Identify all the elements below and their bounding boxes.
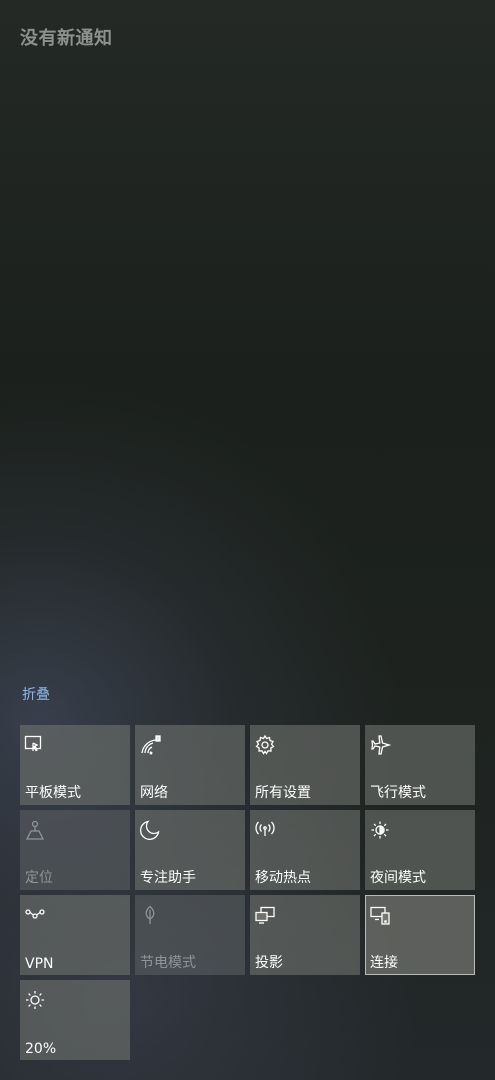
tile-focus-assist[interactable]: 专注助手 xyxy=(135,810,245,890)
tile-label-focus-assist: 专注助手 xyxy=(140,870,196,886)
tile-label-location: 定位 xyxy=(25,870,53,886)
connect-icon xyxy=(369,904,391,926)
tile-label-tablet-mode: 平板模式 xyxy=(25,785,81,801)
tile-label-battery-saver: 节电模式 xyxy=(140,955,196,971)
tile-airplane-mode[interactable]: 飞行模式 xyxy=(365,725,475,805)
tile-connect[interactable]: 连接 xyxy=(365,895,475,975)
tablet-mode-icon xyxy=(24,734,46,756)
tile-label-vpn: VPN xyxy=(25,956,54,972)
night-light-icon xyxy=(369,819,391,841)
quick-actions-grid: 平板模式 网络 所有设置 飞行模式 定位 专注助手 移动热点 夜间模式 VPN … xyxy=(20,725,475,1060)
vpn-icon xyxy=(24,904,46,926)
tile-brightness[interactable]: 20% xyxy=(20,980,130,1060)
moon-icon xyxy=(139,819,161,841)
tile-label-airplane-mode: 飞行模式 xyxy=(370,785,426,801)
tile-all-settings[interactable]: 所有设置 xyxy=(250,725,360,805)
tile-tablet-mode[interactable]: 平板模式 xyxy=(20,725,130,805)
hotspot-icon xyxy=(254,819,276,841)
network-icon xyxy=(139,734,161,756)
battery-saver-leaf-icon xyxy=(139,904,161,926)
tile-label-brightness: 20% xyxy=(25,1041,57,1057)
tile-label-project: 投影 xyxy=(255,955,283,971)
tile-label-mobile-hotspot: 移动热点 xyxy=(255,870,311,886)
tile-network[interactable]: 网络 xyxy=(135,725,245,805)
brightness-sun-icon xyxy=(24,989,46,1011)
airplane-icon xyxy=(369,734,391,756)
settings-gear-icon xyxy=(254,734,276,756)
tile-project[interactable]: 投影 xyxy=(250,895,360,975)
tile-label-connect: 连接 xyxy=(370,955,398,971)
tile-battery-saver[interactable]: 节电模式 xyxy=(135,895,245,975)
tile-mobile-hotspot[interactable]: 移动热点 xyxy=(250,810,360,890)
tile-night-light[interactable]: 夜间模式 xyxy=(365,810,475,890)
no-notifications-title: 没有新通知 xyxy=(20,28,113,49)
tile-label-network: 网络 xyxy=(140,785,168,801)
location-icon xyxy=(24,819,46,841)
collapse-link[interactable]: 折叠 xyxy=(22,684,50,704)
tile-label-night-light: 夜间模式 xyxy=(370,870,426,886)
tile-vpn[interactable]: VPN xyxy=(20,895,130,975)
tile-location[interactable]: 定位 xyxy=(20,810,130,890)
project-icon xyxy=(254,904,276,926)
tile-label-all-settings: 所有设置 xyxy=(255,785,311,801)
